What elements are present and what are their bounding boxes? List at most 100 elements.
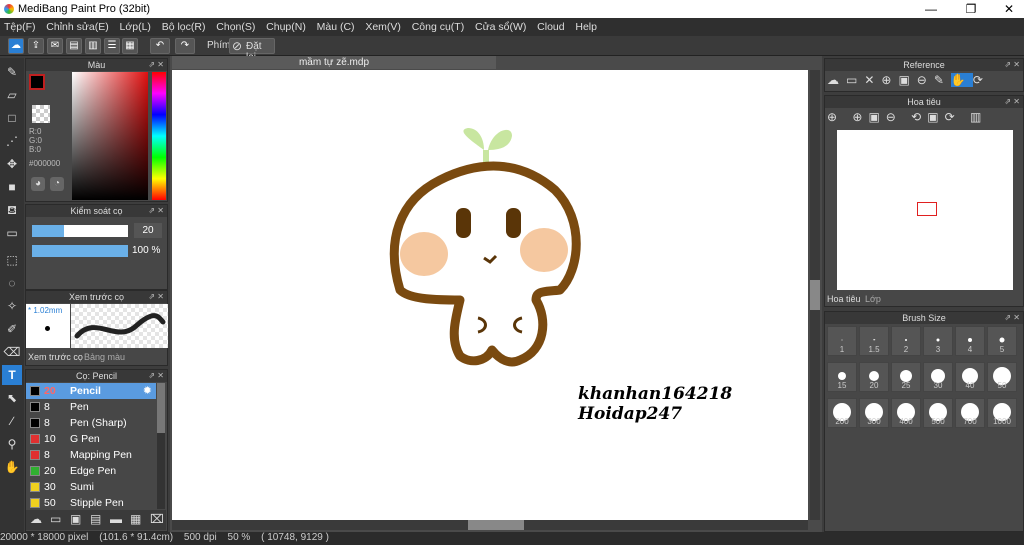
brush-size-cell-15[interactable]: 15 bbox=[827, 362, 857, 392]
brush-size-cell-500[interactable]: 500 bbox=[923, 398, 953, 428]
operation-tool-icon[interactable]: ⬉ bbox=[2, 388, 22, 408]
brush-size-cell-1.5[interactable]: 1.5 bbox=[859, 326, 889, 356]
color-settings-icon[interactable]: ◔ bbox=[50, 177, 64, 191]
brush-item-g-pen[interactable]: 10 G Pen bbox=[26, 431, 156, 447]
dot-tool-icon[interactable]: ⋰ bbox=[2, 131, 22, 151]
menu-color[interactable]: Màu (C) bbox=[313, 18, 359, 36]
menu-select[interactable]: Chọn(S) bbox=[212, 18, 259, 36]
divide-tool-icon[interactable]: ∕ bbox=[2, 411, 22, 431]
brush-size-cell-4[interactable]: 4 bbox=[955, 326, 985, 356]
brush-size-cell-50[interactable]: 50 bbox=[987, 362, 1017, 392]
brush-size-cell-30[interactable]: 30 bbox=[923, 362, 953, 392]
brush-tool-icon[interactable]: ✎ bbox=[2, 62, 22, 82]
brush-item-pencil[interactable]: 20 Pencil ✹ bbox=[26, 383, 156, 399]
canvas-horizontal-scrollbar[interactable] bbox=[172, 520, 808, 530]
tab-color-palette[interactable]: Bảng màu bbox=[84, 352, 125, 362]
menu-edit[interactable]: Chỉnh sửa(E) bbox=[42, 18, 112, 36]
rectangle-tool-icon[interactable]: □ bbox=[2, 108, 22, 128]
tab-brush-preview[interactable]: Xem trước cọ bbox=[28, 352, 83, 362]
menu-help[interactable]: Help bbox=[571, 18, 601, 36]
canvas-vertical-scrollbar[interactable] bbox=[810, 70, 820, 520]
select-pen-icon[interactable]: ✐ bbox=[2, 319, 22, 339]
navigator-thumbnail[interactable] bbox=[837, 130, 1013, 290]
panel-close-icon[interactable]: ⇗ ✕ bbox=[148, 370, 164, 382]
brush-size-cell-1000[interactable]: 1000 bbox=[987, 398, 1017, 428]
bucket-tool-icon[interactable]: ⛾ bbox=[2, 200, 22, 220]
brush-item-mapping-pen[interactable]: 8 Mapping Pen bbox=[26, 447, 156, 463]
gradient-tool-icon[interactable]: ▭ bbox=[2, 223, 22, 243]
select-rect-icon[interactable]: ⬚ bbox=[2, 250, 22, 270]
navigator-toolbar[interactable]: ⊕ ⊕▣⊖ ⟲▣⟳ ▥ bbox=[827, 110, 987, 124]
brush-size-slider[interactable] bbox=[32, 225, 128, 237]
comment-icon[interactable]: ✉ bbox=[47, 38, 63, 54]
navigator-viewport-box[interactable] bbox=[917, 202, 937, 216]
hue-slider[interactable] bbox=[152, 72, 166, 200]
reset-button[interactable]: ⊘ Đặt lại bbox=[229, 38, 275, 63]
reference-toolbar[interactable]: ☁▭✕⊕▣⊖✎✋⟳ bbox=[827, 73, 990, 87]
brush-item-edge-pen[interactable]: 20 Edge Pen bbox=[26, 463, 156, 479]
menu-file[interactable]: Tệp(F) bbox=[0, 18, 40, 36]
folder-icon[interactable]: ▬ bbox=[110, 512, 122, 526]
eyedropper-tool-icon[interactable]: ⚲ bbox=[2, 434, 22, 454]
magic-wand-icon[interactable]: ✧ bbox=[2, 296, 22, 316]
document-icon[interactable]: ▥ bbox=[85, 38, 101, 54]
close-button[interactable]: ✕ bbox=[994, 1, 1024, 17]
panel-close-icon[interactable]: ⇗ ✕ bbox=[1004, 312, 1020, 324]
scroll-thumb[interactable] bbox=[810, 280, 820, 310]
panel-close-icon[interactable]: ⇗ ✕ bbox=[148, 205, 164, 217]
trash-icon[interactable]: ⌧ bbox=[150, 512, 164, 526]
panel-close-icon[interactable]: ⇗ ✕ bbox=[1004, 59, 1020, 71]
settings-icon[interactable]: ▦ bbox=[130, 512, 141, 526]
fill-shape-icon[interactable]: ■ bbox=[2, 177, 22, 197]
brush-item-pen-sharp[interactable]: 8 Pen (Sharp) bbox=[26, 415, 156, 431]
menu-filter[interactable]: Bộ lọc(R) bbox=[158, 18, 210, 36]
text-tool-icon[interactable]: T bbox=[2, 365, 22, 385]
menu-layer[interactable]: Lớp(L) bbox=[116, 18, 155, 36]
panel-close-icon[interactable]: ⇗ ✕ bbox=[1004, 96, 1020, 108]
panel-close-icon[interactable]: ⇗ ✕ bbox=[148, 291, 164, 303]
brush-size-value[interactable]: 20 bbox=[134, 223, 162, 238]
brush-menu-icon[interactable]: ▣ bbox=[70, 512, 81, 526]
brush-size-cell-400[interactable]: 400 bbox=[891, 398, 921, 428]
memo-icon[interactable]: ▤ bbox=[66, 38, 82, 54]
transparent-swatch[interactable] bbox=[32, 105, 50, 123]
tab-layer[interactable]: Lớp bbox=[865, 294, 881, 304]
brush-size-cell-200[interactable]: 200 bbox=[827, 398, 857, 428]
move-tool-icon[interactable]: ✥ bbox=[2, 154, 22, 174]
drawing-canvas[interactable]: khanhan164218 Hoidap247 bbox=[172, 70, 808, 520]
eraser-tool-icon[interactable]: ▱ bbox=[2, 85, 22, 105]
brush-item-stipple-pen[interactable]: 50 Stipple Pen bbox=[26, 495, 156, 511]
palette-icon[interactable]: ◕ bbox=[31, 177, 45, 191]
foreground-color-swatch[interactable] bbox=[29, 74, 45, 90]
document-tab[interactable]: mầm tự zẽ.mdp bbox=[172, 56, 496, 69]
redo-icon[interactable]: ↷ bbox=[175, 38, 195, 54]
minimize-button[interactable]: — bbox=[916, 1, 946, 17]
panel-close-icon[interactable]: ⇗ ✕ bbox=[148, 59, 164, 71]
select-eraser-icon[interactable]: ⌫ bbox=[2, 342, 22, 362]
menu-capture[interactable]: Chụp(N) bbox=[262, 18, 310, 36]
brush-item-pen[interactable]: 8 Pen bbox=[26, 399, 156, 415]
tab-navigator[interactable]: Hoa tiêu bbox=[827, 294, 861, 304]
undo-icon[interactable]: ↶ bbox=[150, 38, 170, 54]
add-brush-cloud-icon[interactable]: ☁ bbox=[30, 512, 42, 526]
new-brush-icon[interactable]: ▭ bbox=[50, 512, 61, 526]
brush-size-cell-300[interactable]: 300 bbox=[859, 398, 889, 428]
copy-brush-icon[interactable]: ▤ bbox=[90, 512, 101, 526]
brush-size-cell-2[interactable]: 2 bbox=[891, 326, 921, 356]
lasso-tool-icon[interactable]: ◌ bbox=[2, 273, 22, 293]
menu-window[interactable]: Cửa sổ(W) bbox=[471, 18, 530, 36]
scroll-thumb[interactable] bbox=[157, 383, 165, 433]
maximize-button[interactable]: ❐ bbox=[956, 1, 986, 17]
saturation-value-picker[interactable] bbox=[72, 72, 148, 200]
list-icon[interactable]: ☰ bbox=[104, 38, 120, 54]
brush-size-cell-700[interactable]: 700 bbox=[955, 398, 985, 428]
brush-size-cell-20[interactable]: 20 bbox=[859, 362, 889, 392]
brush-size-cell-5[interactable]: 5 bbox=[987, 326, 1017, 356]
brush-size-cell-40[interactable]: 40 bbox=[955, 362, 985, 392]
scroll-thumb[interactable] bbox=[468, 520, 524, 530]
menu-view[interactable]: Xem(V) bbox=[361, 18, 405, 36]
brush-item-sumi[interactable]: 30 Sumi bbox=[26, 479, 156, 495]
brush-opacity-slider[interactable] bbox=[32, 245, 128, 257]
brush-size-cell-3[interactable]: 3 bbox=[923, 326, 953, 356]
grid-icon[interactable]: ▦ bbox=[122, 38, 138, 54]
